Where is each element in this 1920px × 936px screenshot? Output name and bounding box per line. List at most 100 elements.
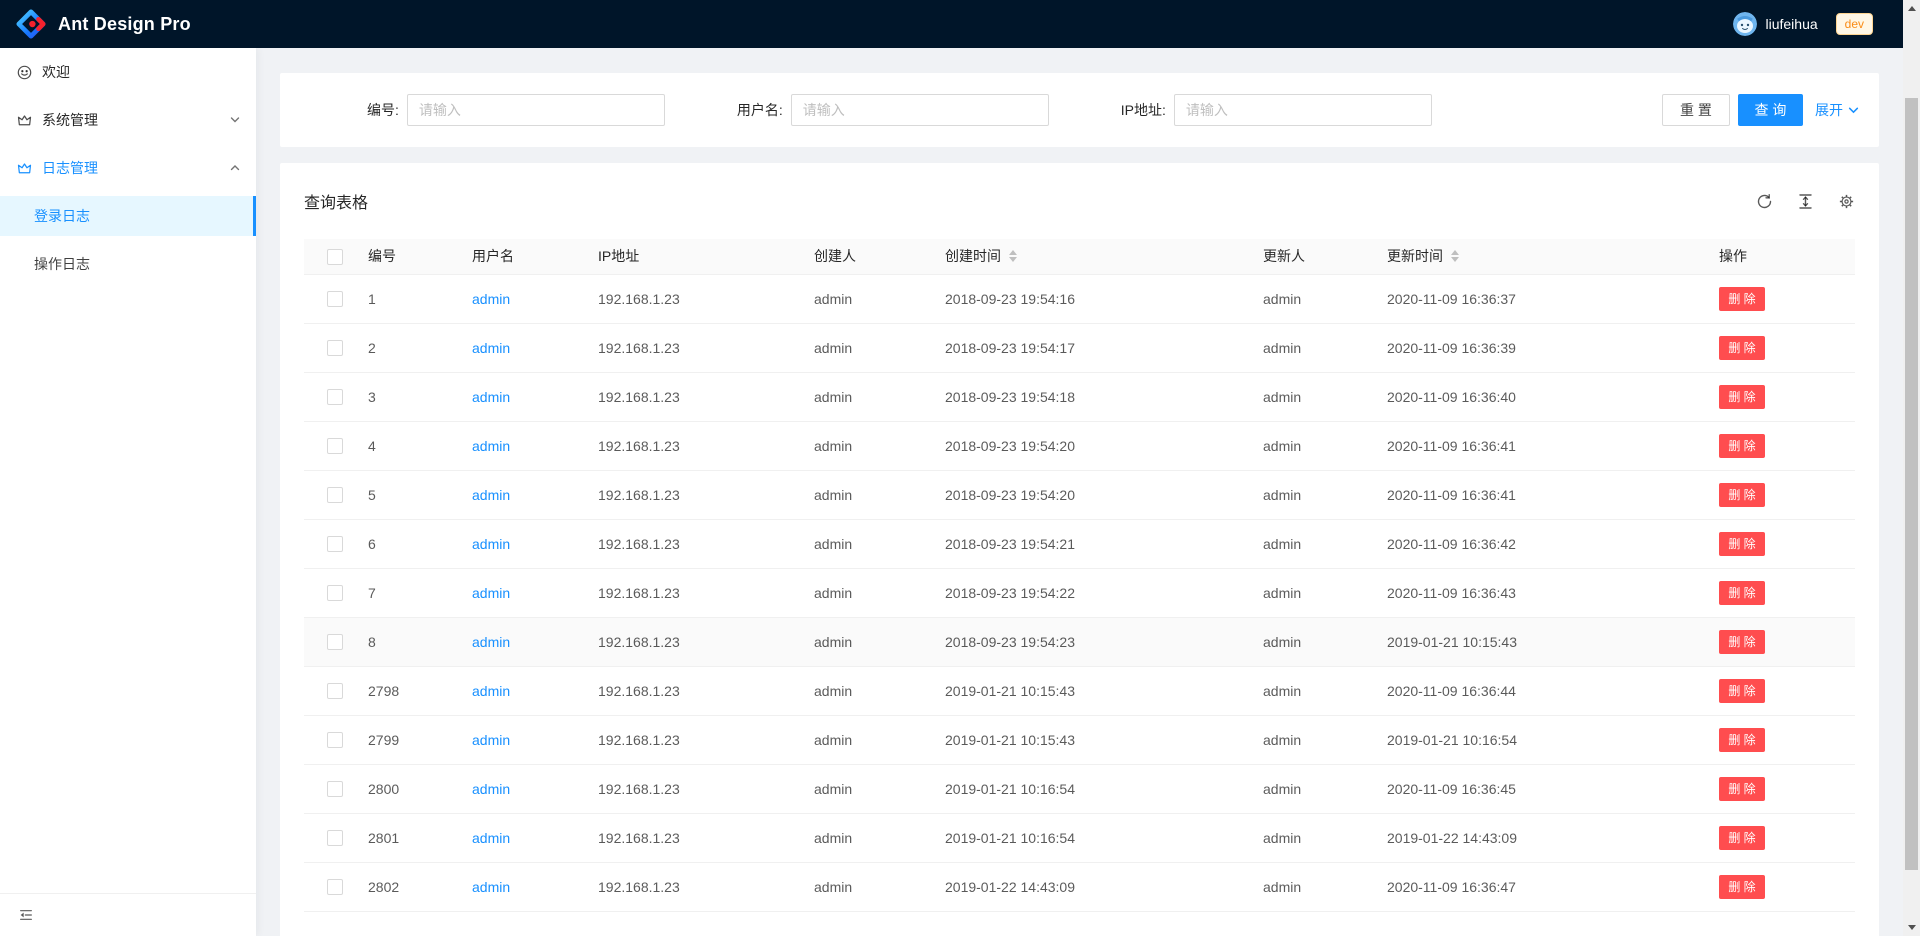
reload-icon[interactable] — [1756, 193, 1773, 210]
row-checkbox[interactable] — [327, 683, 343, 699]
row-checkbox[interactable] — [327, 536, 343, 552]
delete-button[interactable]: 删 除 — [1719, 826, 1765, 850]
username-link[interactable]: admin — [472, 438, 510, 454]
cell-ip: 192.168.1.23 — [582, 470, 798, 519]
cell-creator: admin — [798, 813, 929, 862]
select-all-checkbox[interactable] — [327, 249, 343, 265]
row-checkbox[interactable] — [327, 781, 343, 797]
id-input[interactable] — [407, 94, 665, 126]
vertical-scrollbar[interactable] — [1903, 0, 1920, 936]
row-checkbox[interactable] — [327, 732, 343, 748]
search-field-username: 用户名: — [737, 94, 1049, 126]
row-checkbox[interactable] — [327, 830, 343, 846]
sidebar-item-welcome[interactable]: 欢迎 — [0, 52, 256, 92]
query-table: 编号 用户名 IP地址 创建人 创建时间 更新人 更新时间 — [304, 239, 1855, 912]
delete-button[interactable]: 删 除 — [1719, 679, 1765, 703]
table-title: 查询表格 — [304, 189, 368, 213]
cell-id: 2798 — [352, 666, 456, 715]
sidebar-item-login-log[interactable]: 登录日志 — [0, 196, 256, 236]
cell-id: 6 — [352, 519, 456, 568]
row-checkbox[interactable] — [327, 634, 343, 650]
delete-button[interactable]: 删 除 — [1719, 532, 1765, 556]
crown-icon — [17, 113, 32, 128]
search-field-ip: IP地址: — [1121, 94, 1432, 126]
username-link[interactable]: admin — [472, 732, 510, 748]
delete-button[interactable]: 删 除 — [1719, 385, 1765, 409]
cell-creator: admin — [798, 666, 929, 715]
delete-button[interactable]: 删 除 — [1719, 483, 1765, 507]
user-avatar[interactable] — [1733, 12, 1757, 36]
row-checkbox[interactable] — [327, 389, 343, 405]
cell-updater: admin — [1247, 421, 1371, 470]
reset-button[interactable]: 重 置 — [1662, 94, 1730, 126]
username-link[interactable]: admin — [472, 634, 510, 650]
chevron-down-icon — [1848, 105, 1859, 116]
cell-id: 5 — [352, 470, 456, 519]
delete-button[interactable]: 删 除 — [1719, 287, 1765, 311]
column-height-icon[interactable] — [1797, 193, 1814, 210]
scrollbar-thumb[interactable] — [1905, 98, 1918, 870]
row-checkbox[interactable] — [327, 879, 343, 895]
delete-button[interactable]: 删 除 — [1719, 581, 1765, 605]
cell-ip: 192.168.1.23 — [582, 274, 798, 323]
username-link[interactable]: admin — [472, 683, 510, 699]
table-row: 2799admin192.168.1.23admin2019-01-21 10:… — [304, 715, 1855, 764]
row-checkbox[interactable] — [327, 291, 343, 307]
username-link[interactable]: admin — [472, 487, 510, 503]
cell-created-time: 2019-01-21 10:16:54 — [929, 764, 1247, 813]
sort-carets-icon[interactable] — [1451, 250, 1459, 262]
cell-creator: admin — [798, 323, 929, 372]
column-header-created-time[interactable]: 创建时间 — [929, 239, 1247, 274]
username-link[interactable]: admin — [472, 781, 510, 797]
table-row: 3admin192.168.1.23admin2018-09-23 19:54:… — [304, 372, 1855, 421]
sidebar-item-log-management[interactable]: 日志管理 — [0, 148, 256, 188]
column-header-updated-time[interactable]: 更新时间 — [1371, 239, 1685, 274]
field-label: 编号: — [367, 100, 399, 120]
sidebar-item-system-management[interactable]: 系统管理 — [0, 100, 256, 140]
username-link[interactable]: admin — [472, 536, 510, 552]
sidebar: 欢迎 系统管理 日志管理 登录日志 操作日志 — [0, 48, 256, 936]
expand-link[interactable]: 展开 — [1815, 100, 1859, 120]
column-header-ip: IP地址 — [582, 239, 798, 274]
user-name[interactable]: liufeihua — [1765, 16, 1817, 32]
row-checkbox[interactable] — [327, 585, 343, 601]
delete-button[interactable]: 删 除 — [1719, 630, 1765, 654]
sort-carets-icon[interactable] — [1009, 250, 1017, 262]
cell-ip: 192.168.1.23 — [582, 372, 798, 421]
cell-ip: 192.168.1.23 — [582, 715, 798, 764]
username-link[interactable]: admin — [472, 585, 510, 601]
cell-updated-time: 2020-11-09 16:36:41 — [1371, 421, 1685, 470]
logo[interactable]: Ant Design Pro — [0, 9, 191, 39]
table-row: 7admin192.168.1.23admin2018-09-23 19:54:… — [304, 568, 1855, 617]
delete-button[interactable]: 删 除 — [1719, 434, 1765, 458]
username-link[interactable]: admin — [472, 340, 510, 356]
delete-button[interactable]: 删 除 — [1719, 777, 1765, 801]
column-header-actions: 操作 — [1685, 239, 1855, 274]
column-header-label: 创建时间 — [945, 246, 1001, 266]
query-button[interactable]: 查 询 — [1738, 94, 1803, 126]
row-checkbox[interactable] — [327, 487, 343, 503]
sidebar-item-operation-log[interactable]: 操作日志 — [0, 244, 256, 284]
delete-button[interactable]: 删 除 — [1719, 728, 1765, 752]
scrollbar-down-arrow[interactable] — [1903, 919, 1920, 936]
username-link[interactable]: admin — [472, 879, 510, 895]
username-input[interactable] — [791, 94, 1049, 126]
row-checkbox[interactable] — [327, 340, 343, 356]
row-checkbox[interactable] — [327, 438, 343, 454]
table-row: 5admin192.168.1.23admin2018-09-23 19:54:… — [304, 470, 1855, 519]
gear-icon[interactable] — [1838, 193, 1855, 210]
cell-updated-time: 2020-11-09 16:36:47 — [1371, 862, 1685, 911]
username-link[interactable]: admin — [472, 830, 510, 846]
cell-created-time: 2018-09-23 19:54:20 — [929, 421, 1247, 470]
cell-ip: 192.168.1.23 — [582, 813, 798, 862]
ip-input[interactable] — [1174, 94, 1432, 126]
username-link[interactable]: admin — [472, 291, 510, 307]
scrollbar-up-arrow[interactable] — [1903, 0, 1920, 17]
username-link[interactable]: admin — [472, 389, 510, 405]
sidebar-collapse-trigger[interactable] — [0, 893, 256, 936]
delete-button[interactable]: 删 除 — [1719, 875, 1765, 899]
chevron-down-icon — [230, 115, 240, 125]
table-row: 6admin192.168.1.23admin2018-09-23 19:54:… — [304, 519, 1855, 568]
delete-button[interactable]: 删 除 — [1719, 336, 1765, 360]
cell-updated-time: 2019-01-21 10:16:54 — [1371, 715, 1685, 764]
